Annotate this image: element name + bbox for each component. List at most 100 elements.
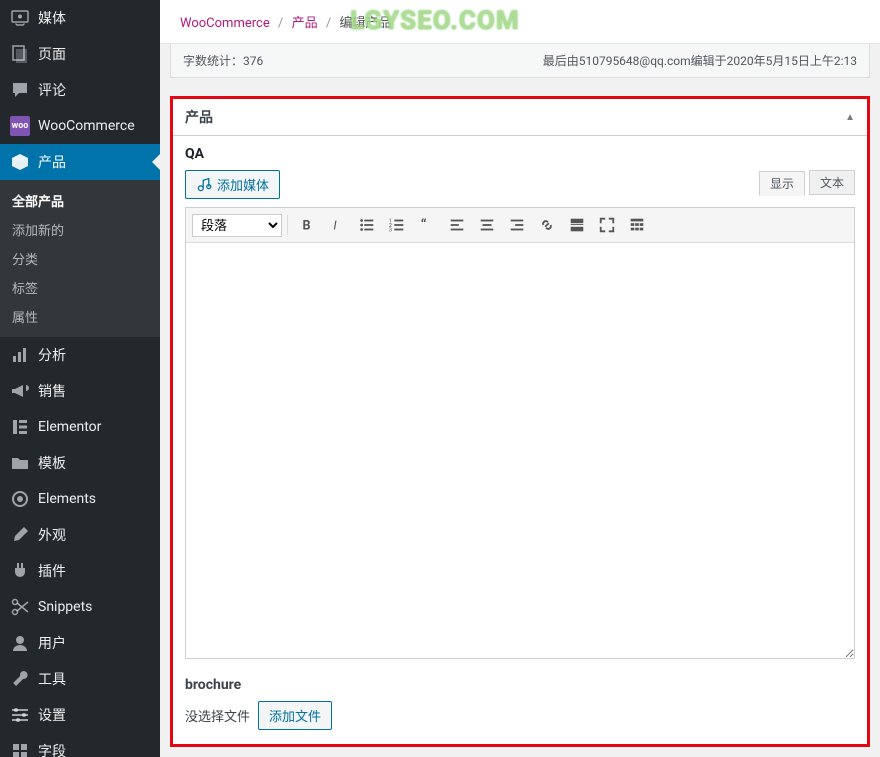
brochure-section: brochure 没选择文件 添加文件 [185, 677, 855, 730]
postbox-header: 产品 ▲ [173, 99, 867, 136]
editor-textarea[interactable] [186, 243, 854, 658]
italic-button[interactable]: I [323, 212, 351, 238]
collapse-toggle[interactable]: ▲ [845, 112, 855, 123]
link-button[interactable] [533, 212, 561, 238]
admin-sidebar: 媒体 页面 评论 woo WooCommerce 产品 全部产品 添加新的 分类… [0, 0, 160, 757]
sidebar-item-label: 外观 [38, 525, 66, 545]
scissors-icon [10, 597, 30, 617]
align-right-button[interactable] [503, 212, 531, 238]
sidebar-item-pages[interactable]: 页面 [0, 36, 160, 72]
fullscreen-button[interactable] [593, 212, 621, 238]
sidebar-item-label: 评论 [38, 80, 66, 100]
sidebar-item-label: 模板 [38, 453, 66, 473]
tab-visual[interactable]: 显示 [759, 171, 805, 196]
elements-icon [10, 489, 30, 509]
tab-text[interactable]: 文本 [809, 170, 855, 195]
analytics-icon [10, 345, 30, 365]
wrench-icon [10, 669, 30, 689]
sidebar-item-media[interactable]: 媒体 [0, 0, 160, 36]
sidebar-item-label: 分析 [38, 345, 66, 365]
wysiwyg-editor: 段落 B I 123 “ [185, 207, 855, 659]
user-icon [10, 633, 30, 653]
sidebar-item-label: Elements [38, 491, 96, 507]
sidebar-item-users[interactable]: 用户 [0, 625, 160, 661]
svg-text:“: “ [421, 217, 427, 234]
add-file-button[interactable]: 添加文件 [258, 701, 332, 730]
sidebar-submenu: 全部产品 添加新的 分类 标签 属性 [0, 180, 160, 337]
bold-button[interactable]: B [293, 212, 321, 238]
sidebar-item-templates[interactable]: 模板 [0, 445, 160, 481]
sidebar-item-label: 页面 [38, 44, 66, 64]
editor-tabs: 显示 文本 [759, 170, 855, 195]
word-count: 字数统计：376 [183, 52, 263, 69]
align-left-button[interactable] [443, 212, 471, 238]
sidebar-item-label: 字段 [38, 741, 66, 757]
svg-text:3: 3 [389, 227, 392, 233]
sidebar-item-fields[interactable]: 字段 [0, 733, 160, 757]
product-icon [10, 152, 30, 172]
sidebar-item-analytics[interactable]: 分析 [0, 337, 160, 373]
comment-icon [10, 80, 30, 100]
svg-text:B: B [303, 219, 311, 234]
sidebar-item-comments[interactable]: 评论 [0, 72, 160, 108]
breadcrumb-bar: WooCommerce / 产品 / 编辑产品 LGYSEO.COM [160, 0, 880, 44]
submenu-item-categories[interactable]: 分类 [0, 244, 160, 273]
submenu-item-tags[interactable]: 标签 [0, 273, 160, 302]
sidebar-item-label: 用户 [38, 633, 66, 653]
section-label-qa: QA [185, 146, 855, 162]
postbox-title: 产品 [185, 107, 213, 127]
sidebar-item-label: 插件 [38, 561, 66, 581]
sidebar-item-settings[interactable]: 设置 [0, 697, 160, 733]
sidebar-item-label: 媒体 [38, 8, 66, 28]
folder-icon [10, 453, 30, 473]
svg-text:I: I [333, 219, 337, 234]
sidebar-item-label: 设置 [38, 705, 66, 725]
elementor-icon [10, 417, 30, 437]
read-more-button[interactable] [563, 212, 591, 238]
submenu-item-add-new[interactable]: 添加新的 [0, 215, 160, 244]
submenu-item-attributes[interactable]: 属性 [0, 302, 160, 331]
file-status: 没选择文件 [185, 706, 250, 725]
sidebar-item-label: Elementor [38, 419, 101, 435]
plug-icon [10, 561, 30, 581]
breadcrumb-current: 编辑产品 [339, 16, 391, 31]
sidebar-item-woocommerce[interactable]: woo WooCommerce [0, 108, 160, 144]
sidebar-item-elements[interactable]: Elements [0, 481, 160, 517]
sidebar-item-products[interactable]: 产品 [0, 144, 160, 180]
brush-icon [10, 525, 30, 545]
toolbar-toggle-button[interactable] [623, 212, 651, 238]
sliders-icon [10, 705, 30, 725]
blockquote-button[interactable]: “ [413, 212, 441, 238]
sidebar-item-tools[interactable]: 工具 [0, 661, 160, 697]
bullet-list-button[interactable] [353, 212, 381, 238]
word-count-bar: 字数统计：376 最后由510795648@qq.com编辑于2020年5月15… [170, 44, 870, 78]
editor-toolbar: 段落 B I 123 “ [186, 208, 854, 243]
sidebar-item-label: 产品 [38, 152, 66, 172]
sidebar-item-elementor[interactable]: Elementor [0, 409, 160, 445]
sidebar-item-label: WooCommerce [38, 118, 135, 134]
add-media-button[interactable]: 添加媒体 [185, 170, 280, 199]
breadcrumb-root[interactable]: WooCommerce [180, 16, 270, 31]
sidebar-item-label: 工具 [38, 669, 66, 689]
sidebar-item-label: 销售 [38, 381, 66, 401]
sidebar-item-label: Snippets [38, 599, 92, 615]
brochure-label: brochure [185, 677, 855, 693]
sidebar-item-marketing[interactable]: 销售 [0, 373, 160, 409]
highlighted-area: 产品 ▲ QA 添加媒体 显示 文本 [170, 96, 870, 747]
submenu-item-all-products[interactable]: 全部产品 [0, 186, 160, 215]
megaphone-icon [10, 381, 30, 401]
sidebar-item-appearance[interactable]: 外观 [0, 517, 160, 553]
format-select[interactable]: 段落 [192, 214, 282, 237]
media-icon [10, 8, 30, 28]
music-note-icon [196, 177, 212, 193]
breadcrumb: WooCommerce / 产品 / 编辑产品 [180, 12, 860, 31]
breadcrumb-section[interactable]: 产品 [292, 16, 318, 31]
align-center-button[interactable] [473, 212, 501, 238]
sidebar-item-plugins[interactable]: 插件 [0, 553, 160, 589]
woo-icon: woo [10, 116, 30, 136]
grid-icon [10, 741, 30, 757]
number-list-button[interactable]: 123 [383, 212, 411, 238]
sidebar-item-snippets[interactable]: Snippets [0, 589, 160, 625]
page-icon [10, 44, 30, 64]
last-edited-by: 最后由510795648@qq.com编辑于2020年5月15日上午2:13 [543, 52, 857, 69]
